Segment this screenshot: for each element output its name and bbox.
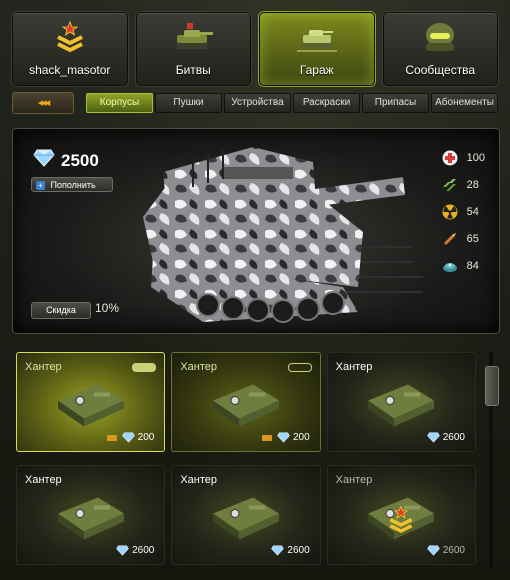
crystal-icon — [33, 149, 55, 172]
nav-profile[interactable]: shack_masotor — [12, 12, 128, 86]
upgrade-arrow-icon — [106, 434, 117, 441]
price-value: 200 — [292, 432, 310, 443]
upgrade-arrow-icon — [261, 434, 272, 441]
helmet-icon — [420, 21, 460, 60]
hull-thumbnail — [364, 378, 438, 433]
hull-card-name: Хантер — [180, 474, 218, 486]
nav-profile-label: shack_masotor — [29, 63, 111, 77]
health-cross-icon — [441, 149, 459, 167]
hull-thumbnail — [209, 491, 283, 546]
category-tabs: Корпусы Пушки Устройства Раскраски Припа… — [86, 93, 498, 113]
stat-bullet: 65 — [441, 230, 485, 248]
hull-card-price: 2600 — [271, 545, 310, 556]
tank-stats: 100 28 54 65 84 — [441, 149, 485, 284]
hull-card-name: Хантер — [25, 474, 62, 486]
nav-community[interactable]: Сообщества — [382, 12, 498, 86]
stat-mine: 84 — [441, 257, 485, 275]
rank-chevron-icon — [56, 20, 84, 60]
tank-preview-image — [113, 137, 423, 332]
back-button[interactable]: ◂◂◂ — [12, 92, 74, 114]
rank-lock-icon — [387, 505, 415, 540]
stat-nuclear-value: 54 — [466, 206, 479, 218]
stat-armor-value: 28 — [466, 179, 479, 191]
price-value: 2600 — [287, 545, 310, 556]
tab-turrets[interactable]: Пушки — [155, 93, 222, 113]
topup-button[interactable]: + Пополнить — [31, 177, 113, 192]
hull-card-name: Хантер — [25, 361, 62, 373]
tab-devices[interactable]: Устройства — [224, 93, 291, 113]
crystal-balance: 2500 — [33, 149, 99, 172]
hull-card[interactable]: Хантер 200 — [16, 352, 166, 452]
armor-stripes-icon — [441, 176, 459, 194]
hull-card-name: Хантер — [180, 361, 218, 373]
stat-health-value: 100 — [466, 152, 485, 164]
price-value: 2600 — [132, 545, 155, 556]
hull-card-price: 200 — [261, 432, 310, 443]
discount-value: 10% — [95, 301, 120, 315]
nav-battles-label: Битвы — [175, 63, 211, 77]
hull-card-name: Хантер — [335, 361, 373, 373]
crystal-icon — [116, 545, 129, 556]
tab-hulls[interactable]: Корпусы — [86, 93, 153, 113]
battle-tank-icon — [171, 21, 215, 58]
nuclear-icon — [441, 203, 459, 221]
hull-card-price: 200 — [106, 432, 155, 443]
game-frame: shack_masotor Битвы Гараж Сообщества ◂◂◂… — [0, 0, 510, 580]
category-bar: ◂◂◂ Корпусы Пушки Устройства Раскраски П… — [12, 92, 498, 114]
crystal-icon — [277, 432, 290, 443]
crystal-icon — [121, 432, 135, 443]
hull-card-price: 2600 — [426, 432, 465, 443]
stat-health: 100 — [441, 149, 485, 167]
mine-icon — [441, 257, 459, 275]
price-value: 2600 — [442, 545, 465, 556]
hull-thumbnail — [209, 378, 283, 433]
nav-garage[interactable]: Гараж — [259, 12, 375, 86]
hull-card[interactable]: Хантер 2600 — [171, 465, 321, 565]
tank-preview-panel: 2500 + Пополнить 100 28 54 65 84 Скидка … — [12, 128, 500, 334]
scrollbar[interactable] — [484, 352, 499, 568]
bullet-icon — [441, 230, 459, 248]
hull-card-name: Хантер — [335, 474, 373, 486]
price-value: 200 — [137, 432, 155, 443]
crystal-icon — [271, 545, 285, 556]
nav-community-label: Сообщества — [405, 63, 476, 77]
tab-subscriptions[interactable]: Абонементы — [431, 93, 498, 113]
stat-nuclear: 54 — [441, 203, 485, 221]
hull-thumbnail — [54, 491, 128, 546]
scrollbar-thumb[interactable] — [485, 366, 499, 406]
hull-card[interactable]: Хантер 200 — [171, 352, 321, 452]
topup-label: Пополнить — [50, 180, 96, 190]
hull-card-price: 2600 — [116, 545, 154, 556]
stat-armor: 28 — [441, 176, 485, 194]
hull-card[interactable]: Хантер 2600 — [16, 465, 166, 565]
hull-card-price: 2600 — [426, 545, 465, 556]
crystal-icon — [426, 545, 440, 556]
tab-paints[interactable]: Раскраски — [293, 93, 360, 113]
crystal-amount: 2500 — [61, 150, 99, 170]
plus-icon: + — [36, 181, 45, 190]
hull-card[interactable]: Хантер 2600 — [326, 465, 476, 565]
hull-thumbnail — [54, 378, 128, 433]
nav-battles[interactable]: Битвы — [135, 12, 251, 86]
nav-garage-label: Гараж — [299, 63, 334, 77]
hull-list: Хантер 200 Хантер 200 Хантер 2600 Хантер… — [16, 352, 476, 572]
crystal-icon — [426, 432, 440, 443]
price-value: 2600 — [442, 432, 465, 443]
discount-button[interactable]: Скидка — [31, 302, 91, 319]
tab-supplies[interactable]: Припасы — [362, 93, 429, 113]
upgrade-level-indicator — [287, 363, 312, 372]
hull-card[interactable]: Хантер 2600 — [326, 352, 476, 452]
top-navigation: shack_masotor Битвы Гараж Сообщества — [12, 12, 498, 86]
garage-icon — [295, 21, 339, 58]
stat-mine-value: 84 — [466, 260, 479, 272]
stat-bullet-value: 65 — [466, 233, 479, 245]
upgrade-level-indicator — [132, 363, 157, 372]
